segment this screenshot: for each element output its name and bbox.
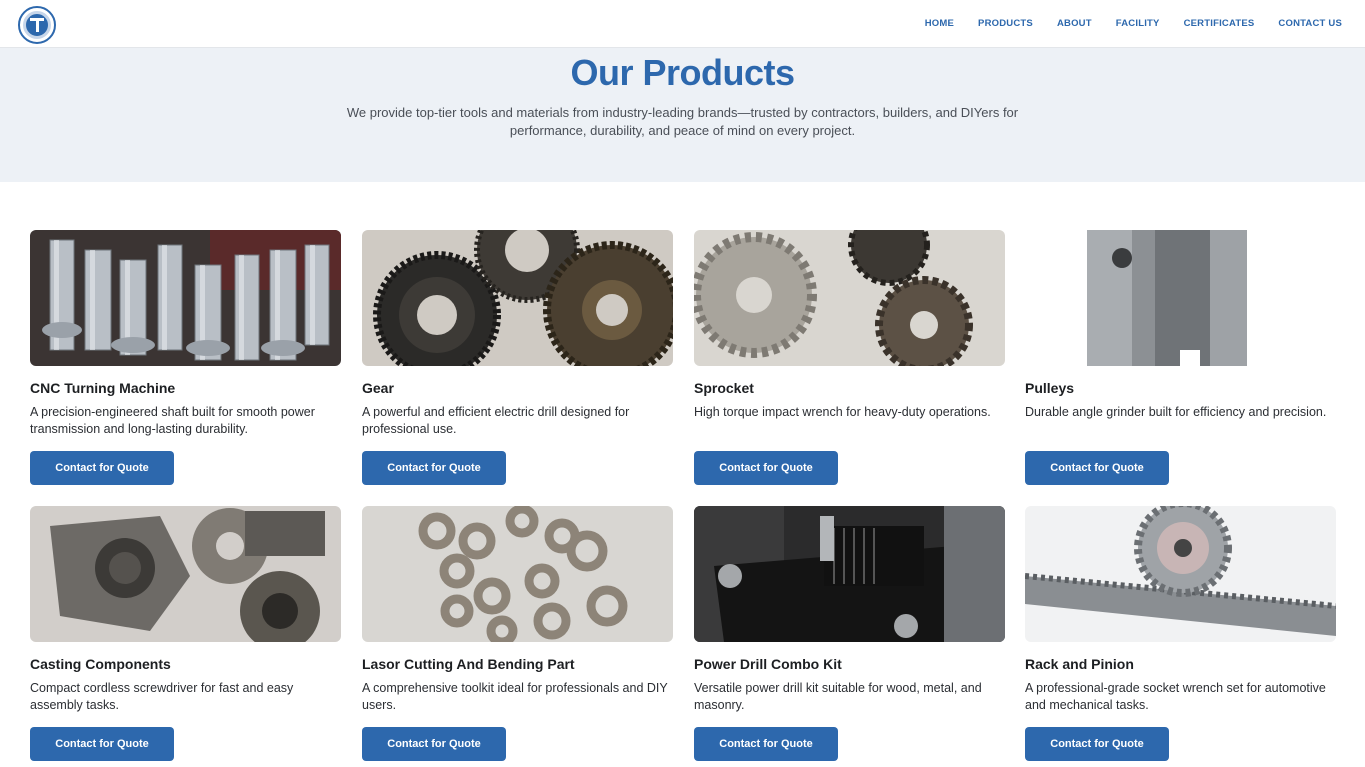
product-image-drill-assembly <box>694 506 1005 642</box>
main-menu: HOME PRODUCTS ABOUT FACILITY CERTIFICATE… <box>925 0 1342 47</box>
product-card-cnc-turning-machine: CNC Turning Machine A precision-engineer… <box>30 230 341 485</box>
nav-facility[interactable]: FACILITY <box>1116 18 1160 29</box>
product-title: Casting Components <box>30 656 171 672</box>
product-description: Compact cordless screwdriver for fast an… <box>30 681 294 712</box>
product-title: Sprocket <box>694 380 754 396</box>
page-subtitle: We provide top-tier tools and materials … <box>346 105 1019 138</box>
product-title: Rack and Pinion <box>1025 656 1134 672</box>
product-title: Power Drill Combo Kit <box>694 656 842 672</box>
hero-section: Our Products We provide top-tier tools a… <box>0 48 1365 182</box>
company-logo[interactable] <box>18 6 56 44</box>
contact-for-quote-button[interactable]: Contact for Quote <box>362 451 506 485</box>
product-description: Versatile power drill kit suitable for w… <box>694 681 982 712</box>
product-image-rack-pinion <box>1025 506 1336 642</box>
product-image-sprockets <box>694 230 1005 366</box>
product-card-sprocket: Sprocket High torque impact wrench for h… <box>694 230 1005 485</box>
product-title: Lasor Cutting And Bending Part <box>362 656 575 672</box>
contact-for-quote-button[interactable]: Contact for Quote <box>30 451 174 485</box>
product-image-pulley <box>1025 230 1336 366</box>
product-card-gear: Gear A powerful and efficient electric d… <box>362 230 673 485</box>
product-card-casting-components: Casting Components Compact cordless scre… <box>30 506 341 761</box>
contact-for-quote-button[interactable]: Contact for Quote <box>694 727 838 761</box>
nav-about[interactable]: ABOUT <box>1057 18 1092 29</box>
contact-for-quote-button[interactable]: Contact for Quote <box>362 727 506 761</box>
product-image-gears <box>362 230 673 366</box>
page-title: Our Products <box>570 52 795 93</box>
navbar: HOME PRODUCTS ABOUT FACILITY CERTIFICATE… <box>0 0 1365 48</box>
product-description: Durable angle grinder built for efficien… <box>1025 405 1327 419</box>
product-card-power-drill-combo-kit: Power Drill Combo Kit Versatile power dr… <box>694 506 1005 761</box>
product-description: High torque impact wrench for heavy-duty… <box>694 405 991 419</box>
nav-certificates[interactable]: CERTIFICATES <box>1184 18 1255 29</box>
product-title: CNC Turning Machine <box>30 380 176 396</box>
product-description: A comprehensive toolkit ideal for profes… <box>362 681 668 712</box>
product-card-lasor-cutting: Lasor Cutting And Bending Part A compreh… <box>362 506 673 761</box>
product-image-washers <box>362 506 673 642</box>
contact-for-quote-button[interactable]: Contact for Quote <box>694 451 838 485</box>
contact-for-quote-button[interactable]: Contact for Quote <box>30 727 174 761</box>
product-description: A precision-engineered shaft built for s… <box>30 405 315 436</box>
nav-products[interactable]: PRODUCTS <box>978 18 1033 29</box>
product-image-cnc-shafts <box>30 230 341 366</box>
product-description: A powerful and efficient electric drill … <box>362 405 630 436</box>
logo-t-mark <box>30 18 44 32</box>
logo-ring <box>23 11 51 39</box>
product-card-rack-and-pinion: Rack and Pinion A professional-grade soc… <box>1025 506 1336 761</box>
product-title: Pulleys <box>1025 380 1075 396</box>
contact-for-quote-button[interactable]: Contact for Quote <box>1025 451 1169 485</box>
product-description: A professional-grade socket wrench set f… <box>1025 681 1326 712</box>
nav-home[interactable]: HOME <box>925 18 954 29</box>
product-image-castings <box>30 506 341 642</box>
contact-for-quote-button[interactable]: Contact for Quote <box>1025 727 1169 761</box>
product-card-pulleys: Pulleys Durable angle grinder built for … <box>1025 230 1336 485</box>
nav-contact-us[interactable]: CONTACT US <box>1278 18 1342 29</box>
product-title: Gear <box>362 380 394 396</box>
